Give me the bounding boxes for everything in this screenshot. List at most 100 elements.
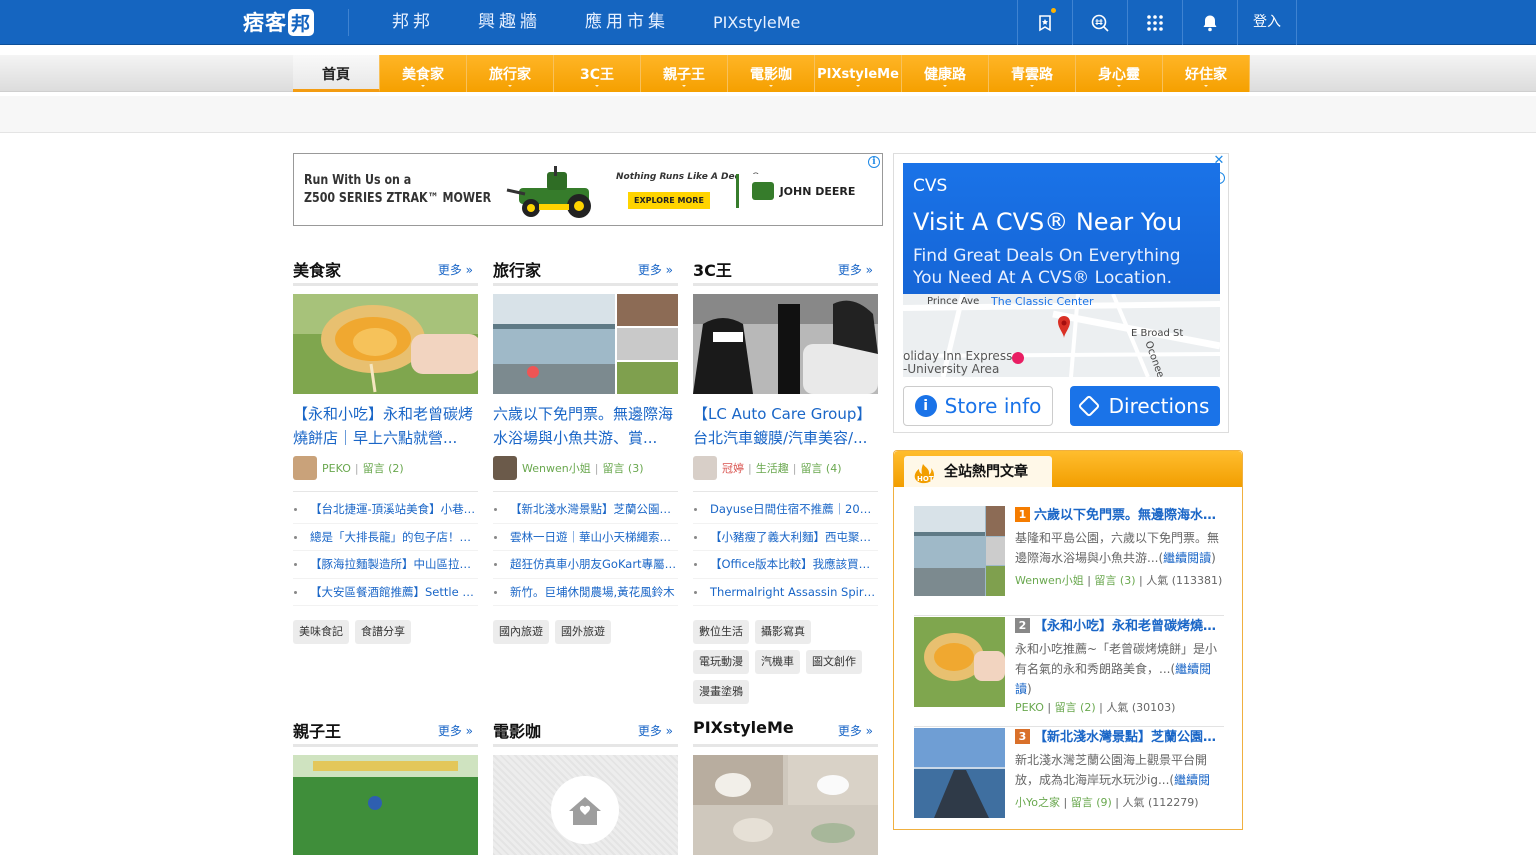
nav-bangbang[interactable]: 邦邦 [392,0,434,45]
hot-item-title[interactable]: 2 【永和小吃】永和老曾碳烤燒餅店 [1015,617,1223,637]
tag[interactable]: 數位生活 [693,620,749,644]
list-item[interactable]: 總是「大排長龍」的包子店！好吃 [293,524,478,551]
comment-count[interactable]: 留言 (9) [1071,796,1112,809]
tag[interactable]: 圖文創作 [806,650,862,674]
comment-count[interactable]: 留言 (2) [363,460,404,476]
nav-interest-wall[interactable]: 興趣牆 [478,0,541,45]
list-item[interactable]: 新竹。巨埔休閒農場,黃花風鈴木 [493,579,678,606]
hot-thumbnail[interactable] [914,506,1005,596]
post-thumbnail[interactable] [693,755,878,855]
hot-item-title[interactable]: 3 【新北淺水灣景點】芝蘭公園海上 [1015,728,1223,748]
tag[interactable]: 國外旅遊 [555,620,611,644]
ad-info-icon[interactable]: i [868,156,880,168]
tab-pixstyleme[interactable]: PIXstyleMe [815,55,902,92]
author-name[interactable]: PEKO [322,462,351,475]
post-thumbnail[interactable] [693,294,878,394]
bell-icon[interactable] [1182,0,1237,45]
avatar[interactable] [693,456,717,480]
ad-map[interactable]: Prince Ave The Classic Center E Broad St… [903,294,1220,377]
list-item[interactable]: Dayuse日間住宿不推薦｜2023評價 [693,496,878,524]
list-item[interactable]: 超狂仿真車小朋友GoKart專屬賽道 [493,551,678,579]
store-info-button[interactable]: i Store info [903,386,1053,426]
more-link[interactable]: 更多 » [838,722,873,739]
post-title[interactable]: 【LC Auto Care Group】台北汽車鍍膜/汽車美容/... [693,402,878,450]
tab-mind[interactable]: 身心靈 [1076,55,1163,92]
ad-headline: Visit A CVS® Near You [913,208,1183,236]
explore-more-button[interactable]: EXPLORE MORE [628,192,710,209]
tab-career[interactable]: 青雲路 [989,55,1076,92]
hot-item-title[interactable]: 1 六歲以下免門票。無邊際海水浴場 [1015,506,1223,526]
read-more-link[interactable]: 繼續閱讀 [1163,551,1211,565]
list-item[interactable]: 雲林一日遊｜華山小天梯繩索吊橋 [493,524,678,551]
author-name[interactable]: 冠婷 [722,460,744,476]
comment-count[interactable]: 留言 (4) [800,460,841,476]
tab-3c[interactable]: 3C王 [554,55,641,92]
more-link[interactable]: 更多 » [638,261,673,278]
pixnet-logo[interactable]: 痞客邦 [242,7,320,39]
comment-count[interactable]: 留言 (3) [1094,574,1135,587]
tab-travel[interactable]: 旅行家 [467,55,554,92]
hot-item[interactable]: 2 【永和小吃】永和老曾碳烤燒餅店 永和小吃推薦~「老曾碳烤燒餅」是小有名氣的永和… [914,617,1224,727]
tab-home-living[interactable]: 好住家 [1163,55,1250,92]
comment-count[interactable]: 留言 (2) [1055,701,1096,714]
more-link[interactable]: 更多 » [838,261,873,278]
hot-tab[interactable]: HOT 全站熱門文章 [904,456,1052,487]
post-thumbnail[interactable] [293,294,478,394]
tag[interactable]: 食譜分享 [355,620,411,644]
more-link[interactable]: 更多 » [438,261,473,278]
directions-icon [1077,394,1100,418]
post-thumbnail[interactable] [493,755,678,855]
tag[interactable]: 汽機車 [755,650,800,674]
tab-parenting[interactable]: 親子王 [641,55,728,92]
tab-health[interactable]: 健康路 [902,55,989,92]
bookmark-star-icon[interactable] [1017,0,1072,45]
nav-pixstyleme[interactable]: PIXstyleMe [713,0,800,45]
tag[interactable]: 攝影寫真 [755,620,811,644]
hot-item[interactable]: 1 六歲以下免門票。無邊際海水浴場 基隆和平島公園，六歲以下免門票。無邊際海水浴場… [914,506,1224,616]
author-name[interactable]: PEKO [1015,701,1044,714]
avatar[interactable] [293,456,317,480]
top-nav: 邦邦 興趣牆 應用市集 PIXstyleMe [392,0,844,45]
map-label: -University Area [903,362,1000,376]
cvs-ad[interactable]: ✕ i CVS Visit A CVS® Near You Find Great… [893,153,1229,433]
nav-app-market[interactable]: 應用市集 [585,0,669,45]
hot-item[interactable]: 3 【新北淺水灣景點】芝蘭公園海上 新北淺水灣芝蘭公園海上觀景平台開放，成為北海岸… [914,728,1224,838]
post-category[interactable]: 生活趣 [756,460,789,476]
post-thumbnail[interactable] [493,294,678,394]
tag[interactable]: 美味食記 [293,620,349,644]
list-item[interactable]: 【Office版本比較】我應該買哪個 [693,551,878,579]
hot-thumbnail[interactable] [914,728,1005,818]
category-bar: 首頁 美食家 旅行家 3C王 親子王 電影咖 PIXstyleMe 健康路 青雲… [0,55,1536,92]
tag[interactable]: 漫畫塗鴉 [693,680,749,704]
more-link[interactable]: 更多 » [638,722,673,739]
tab-food[interactable]: 美食家 [380,55,467,92]
logo-text: 痞客 [243,11,287,35]
list-item[interactable]: 【大安區餐酒館推薦】Settle 餐酒 [293,579,478,606]
tag[interactable]: 國內旅遊 [493,620,549,644]
more-link[interactable]: 更多 » [438,722,473,739]
hashtag-search-icon[interactable] [1072,0,1127,45]
directions-button[interactable]: Directions [1070,386,1220,426]
list-item[interactable]: 【豚海拉麵製造所】中山區拉麵推薦 [293,551,478,579]
avatar[interactable] [493,456,517,480]
list-item[interactable]: 【小豬瘦了義大利麵】西屯聚餐推薦 [693,524,878,551]
post-meta: PEKO | 留言 (2) [293,456,478,480]
list-item[interactable]: 【台北捷運-頂溪站美食】小巷內的早餐 [293,496,478,524]
author-name[interactable]: Wenwen小姐 [522,460,591,476]
list-item[interactable]: Thermalright Assassin Spirit 120 [693,579,878,606]
author-name[interactable]: Wenwen小姐 [1015,574,1084,587]
tag[interactable]: 電玩動漫 [693,650,749,674]
hot-thumbnail[interactable] [914,617,1005,707]
post-title[interactable]: 【永和小吃】永和老曾碳烤燒餅店｜早上六點就營... [293,402,478,450]
apps-grid-icon[interactable] [1127,0,1182,45]
tab-movie[interactable]: 電影咖 [728,55,815,92]
post-title[interactable]: 六歲以下免門票。無邊際海水浴場與小魚共游、賞... [493,402,678,450]
section-header: 3C王 更多 » [693,253,878,286]
login-button[interactable]: 登入 [1237,0,1297,45]
comment-count[interactable]: 留言 (3) [602,460,643,476]
banner-ad[interactable]: Run With Us on a Z500 SERIES ZTRAK™ MOWER… [293,153,883,226]
author-name[interactable]: 小Yo之家 [1015,796,1060,809]
list-item[interactable]: 【新北淺水灣景點】芝蘭公園海上觀景 [493,496,678,524]
post-thumbnail[interactable] [293,755,478,855]
tab-home[interactable]: 首頁 [293,55,380,92]
